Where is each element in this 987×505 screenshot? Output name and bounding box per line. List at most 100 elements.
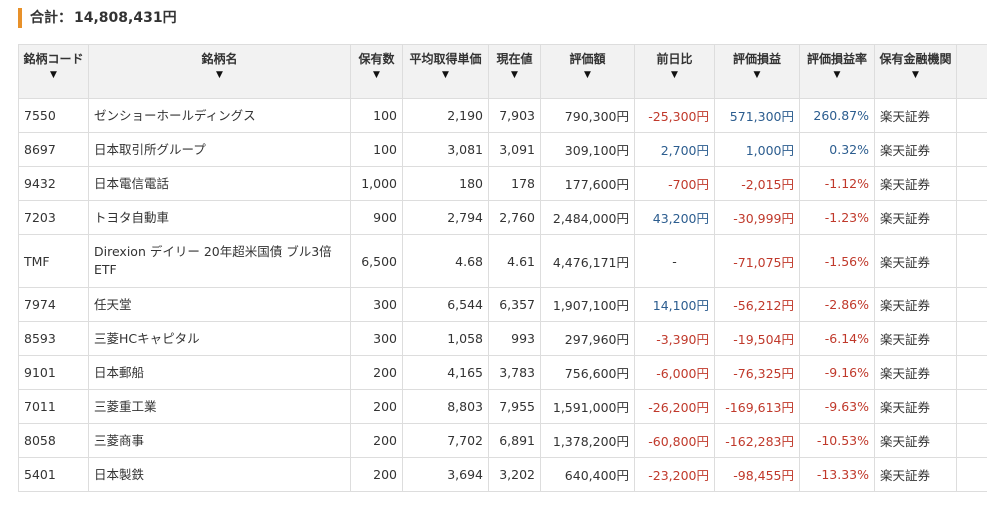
- cell-qty: 900: [350, 200, 403, 235]
- cell-price: 3,091: [488, 132, 541, 167]
- cell-name[interactable]: 三菱商事: [88, 423, 351, 458]
- column-header-broker[interactable]: 保有金融機関 ▼: [874, 44, 957, 99]
- table-row[interactable]: 5401 日本製鉄 200 3,694 3,202 640,400円 -23,200円 -98…: [18, 457, 987, 492]
- cell-code[interactable]: 5401: [18, 457, 89, 492]
- cell-value: 756,600円: [540, 355, 635, 390]
- cell-name[interactable]: 三菱重工業: [88, 389, 351, 424]
- cell-price: 7,903: [488, 98, 541, 133]
- cell-plr: -1.23%: [799, 200, 875, 235]
- cell-name[interactable]: 日本製鉄: [88, 457, 351, 492]
- cell-spacer: [956, 132, 987, 167]
- column-header-label: 平均取得単価: [409, 52, 482, 66]
- cell-pl: -56,212円: [714, 287, 800, 322]
- cell-pl: 571,300円: [714, 98, 800, 133]
- table-row[interactable]: 8593 三菱HCキャピタル 300 1,058 993 297,960円 -3,390円 -…: [18, 321, 987, 356]
- column-header-value[interactable]: 評価額 ▼: [540, 44, 635, 99]
- cell-spacer: [956, 355, 987, 390]
- sort-desc-icon[interactable]: ▼: [638, 68, 711, 82]
- cell-plr: -9.16%: [799, 355, 875, 390]
- cell-plr: -10.53%: [799, 423, 875, 458]
- cell-name[interactable]: 日本郵船: [88, 355, 351, 390]
- cell-value: 640,400円: [540, 457, 635, 492]
- column-header-qty[interactable]: 保有数 ▼: [350, 44, 403, 99]
- cell-price: 4.61: [488, 234, 541, 288]
- sort-desc-icon[interactable]: ▼: [718, 68, 796, 82]
- table-row[interactable]: TMF Direxion デイリー 20年超米国債 ブル3倍 ETF 6,500 4.…: [18, 234, 987, 288]
- cell-pl: -30,999円: [714, 200, 800, 235]
- column-header-label: 評価損益率: [806, 52, 867, 66]
- cell-code[interactable]: 7974: [18, 287, 89, 322]
- table-row[interactable]: 7550 ゼンショーホールディングス 100 2,190 7,903 790,300円 -2…: [18, 98, 987, 133]
- cell-pl: -162,283円: [714, 423, 800, 458]
- cell-code[interactable]: 9432: [18, 166, 89, 201]
- cell-avg: 4,165: [402, 355, 489, 390]
- sort-desc-icon[interactable]: ▼: [492, 68, 537, 82]
- table-row[interactable]: 9101 日本郵船 200 4,165 3,783 756,600円 -6,000円 -76,…: [18, 355, 987, 390]
- cell-broker: 楽天証券: [874, 389, 957, 424]
- cell-pl: -76,325円: [714, 355, 800, 390]
- cell-broker: 楽天証券: [874, 166, 957, 201]
- cell-name[interactable]: 任天堂: [88, 287, 351, 322]
- cell-value: 1,907,100円: [540, 287, 635, 322]
- cell-code[interactable]: TMF: [18, 234, 89, 288]
- sort-desc-icon[interactable]: ▼: [92, 68, 347, 82]
- column-header-plr[interactable]: 評価損益率 ▼: [799, 44, 875, 99]
- cell-plr: -1.12%: [799, 166, 875, 201]
- sort-desc-icon[interactable]: ▼: [22, 68, 85, 82]
- cell-change: -: [634, 234, 715, 288]
- column-header-pl[interactable]: 評価損益 ▼: [714, 44, 800, 99]
- table-row[interactable]: 7203 トヨタ自動車 900 2,794 2,760 2,484,000円 43,200円…: [18, 200, 987, 235]
- cell-value: 4,476,171円: [540, 234, 635, 288]
- cell-name[interactable]: トヨタ自動車: [88, 200, 351, 235]
- cell-qty: 200: [350, 355, 403, 390]
- column-header-price[interactable]: 現在値 ▼: [488, 44, 541, 99]
- cell-price: 6,891: [488, 423, 541, 458]
- cell-qty: 300: [350, 287, 403, 322]
- sort-desc-icon[interactable]: ▼: [878, 68, 953, 82]
- cell-avg: 180: [402, 166, 489, 201]
- cell-code[interactable]: 7550: [18, 98, 89, 133]
- table-row[interactable]: 9432 日本電信電話 1,000 180 178 177,600円 -700円 -2,015…: [18, 166, 987, 201]
- cell-name[interactable]: 三菱HCキャピタル: [88, 321, 351, 356]
- holdings-table: 銘柄コード ▼ 銘柄名 ▼ 保有数 ▼ 平均取得単価 ▼ 現在値 ▼ 評価額 ▼ 前日比 ▼ 評価損益 ▼ 評価…: [18, 44, 987, 492]
- cell-code[interactable]: 7203: [18, 200, 89, 235]
- sort-desc-icon[interactable]: ▼: [354, 68, 399, 82]
- column-header-name[interactable]: 銘柄名 ▼: [88, 44, 351, 99]
- column-header-avg[interactable]: 平均取得単価 ▼: [402, 44, 489, 99]
- cell-avg: 6,544: [402, 287, 489, 322]
- cell-avg: 3,694: [402, 457, 489, 492]
- sort-desc-icon[interactable]: ▼: [803, 68, 871, 82]
- cell-qty: 1,000: [350, 166, 403, 201]
- table-header: 銘柄コード ▼ 銘柄名 ▼ 保有数 ▼ 平均取得単価 ▼ 現在値 ▼ 評価額 ▼ 前日比 ▼ 評価損益 ▼ 評価…: [18, 44, 987, 99]
- cell-broker: 楽天証券: [874, 200, 957, 235]
- cell-value: 1,591,000円: [540, 389, 635, 424]
- cell-name[interactable]: ゼンショーホールディングス: [88, 98, 351, 133]
- table-row[interactable]: 7011 三菱重工業 200 8,803 7,955 1,591,000円 -26,200円…: [18, 389, 987, 424]
- cell-qty: 200: [350, 389, 403, 424]
- cell-change: -700円: [634, 166, 715, 201]
- table-body: 7550 ゼンショーホールディングス 100 2,190 7,903 790,300円 -2…: [18, 98, 987, 492]
- cell-name[interactable]: 日本取引所グループ: [88, 132, 351, 167]
- column-header-code[interactable]: 銘柄コード ▼: [18, 44, 89, 99]
- cell-code[interactable]: 7011: [18, 389, 89, 424]
- cell-plr: -6.14%: [799, 321, 875, 356]
- cell-broker: 楽天証券: [874, 234, 957, 288]
- table-row[interactable]: 8697 日本取引所グループ 100 3,081 3,091 309,100円 2,700円…: [18, 132, 987, 167]
- sort-desc-icon[interactable]: ▼: [544, 68, 631, 82]
- cell-name[interactable]: 日本電信電話: [88, 166, 351, 201]
- table-row[interactable]: 8058 三菱商事 200 7,702 6,891 1,378,200円 -60,800円 -…: [18, 423, 987, 458]
- cell-pl: -169,613円: [714, 389, 800, 424]
- table-row[interactable]: 7974 任天堂 300 6,544 6,357 1,907,100円 14,100円 -56…: [18, 287, 987, 322]
- sort-desc-icon[interactable]: ▼: [406, 68, 485, 82]
- column-header-change[interactable]: 前日比 ▼: [634, 44, 715, 99]
- cell-code[interactable]: 8058: [18, 423, 89, 458]
- cell-price: 2,760: [488, 200, 541, 235]
- column-header-label: 保有金融機関: [879, 52, 952, 66]
- cell-value: 309,100円: [540, 132, 635, 167]
- cell-code[interactable]: 8593: [18, 321, 89, 356]
- cell-code[interactable]: 9101: [18, 355, 89, 390]
- cell-spacer: [956, 457, 987, 492]
- cell-name[interactable]: Direxion デイリー 20年超米国債 ブル3倍 ETF: [88, 234, 351, 288]
- cell-code[interactable]: 8697: [18, 132, 89, 167]
- cell-spacer: [956, 321, 987, 356]
